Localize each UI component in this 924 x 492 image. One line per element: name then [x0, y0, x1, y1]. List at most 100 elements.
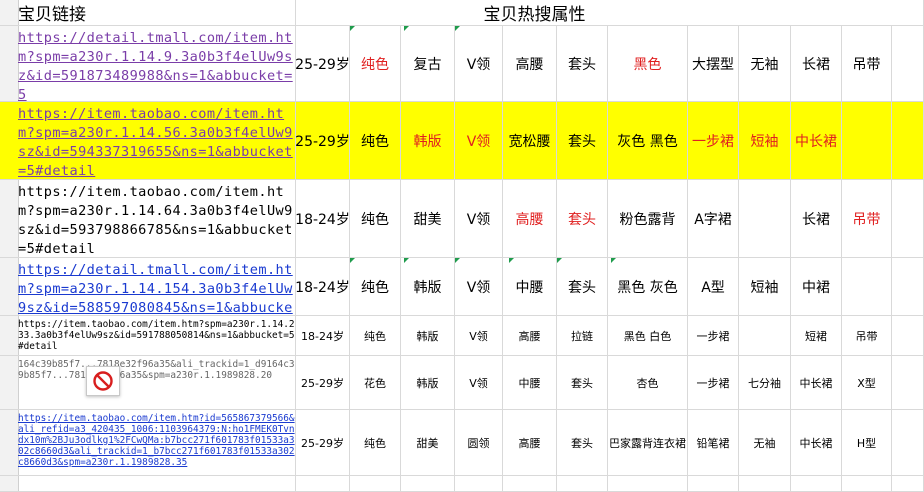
- cell-waist[interactable]: 宽松腰: [503, 102, 557, 180]
- cell-closure[interactable]: 套头: [557, 258, 608, 316]
- cell-color[interactable]: 杏色: [608, 356, 688, 410]
- link-cell[interactable]: 164c39b85f7...7818e32f96a35&ali_trackid=…: [0, 356, 296, 410]
- cell-color[interactable]: 灰色 黑色: [608, 102, 688, 180]
- cell-age[interactable]: 25-29岁: [296, 26, 350, 102]
- link-cell[interactable]: [0, 476, 296, 492]
- cell-age[interactable]: 25-29岁: [296, 356, 350, 410]
- cell-style[interactable]: 韩版: [401, 258, 455, 316]
- cell-empty[interactable]: [739, 476, 791, 492]
- product-link[interactable]: https://item.taobao.com/item.htm?spm=a23…: [18, 180, 295, 257]
- link-cell[interactable]: https://item.taobao.com/item.htm?id=5658…: [0, 410, 296, 476]
- cell-sleeve[interactable]: 无袖: [739, 26, 791, 102]
- cell-strap[interactable]: [842, 258, 892, 316]
- cell-color[interactable]: 巴家露背连衣裙: [608, 410, 688, 476]
- header-link-cell[interactable]: 宝贝链接: [0, 0, 296, 26]
- product-link[interactable]: https://item.taobao.com/item.htm?spm=a23…: [18, 102, 295, 179]
- cell-shape[interactable]: 一步裙: [688, 102, 739, 180]
- cell-waist[interactable]: 中腰: [503, 258, 557, 316]
- link-cell[interactable]: https://item.taobao.com/item.htm?spm=a23…: [0, 180, 296, 258]
- cell-strap[interactable]: X型: [842, 356, 892, 410]
- cell-style[interactable]: 甜美: [401, 180, 455, 258]
- cell-pattern[interactable]: 纯色: [350, 180, 401, 258]
- product-link[interactable]: https://item.taobao.com/item.htm?id=5658…: [18, 410, 295, 468]
- cell-length[interactable]: 中长裙: [791, 356, 842, 410]
- cell-empty[interactable]: [503, 476, 557, 492]
- cell-collar[interactable]: V领: [455, 180, 503, 258]
- cell-pattern[interactable]: 纯色: [350, 258, 401, 316]
- cell-collar[interactable]: 圆领: [455, 410, 503, 476]
- cell-collar[interactable]: V领: [455, 316, 503, 356]
- link-cell[interactable]: https://item.taobao.com/item.htm?spm=a23…: [0, 102, 296, 180]
- header-attrs-cell[interactable]: 宝贝热搜属性: [296, 0, 924, 26]
- cell-empty[interactable]: [892, 258, 924, 316]
- cell-strap[interactable]: [842, 102, 892, 180]
- cell-length[interactable]: 中长裙: [791, 410, 842, 476]
- cell-shape[interactable]: 一步裙: [688, 316, 739, 356]
- cell-empty[interactable]: [892, 476, 924, 492]
- cell-waist[interactable]: 高腰: [503, 316, 557, 356]
- cell-strap[interactable]: H型: [842, 410, 892, 476]
- cell-closure[interactable]: 套头: [557, 102, 608, 180]
- cell-pattern[interactable]: 纯色: [350, 316, 401, 356]
- link-cell[interactable]: https://detail.tmall.com/item.htm?spm=a2…: [0, 258, 296, 316]
- cell-shape[interactable]: A型: [688, 258, 739, 316]
- cell-style[interactable]: 韩版: [401, 356, 455, 410]
- cell-sleeve[interactable]: [739, 180, 791, 258]
- cell-strap[interactable]: 吊带: [842, 26, 892, 102]
- cell-length[interactable]: 短裙: [791, 316, 842, 356]
- cell-shape[interactable]: 大摆型: [688, 26, 739, 102]
- cell-style[interactable]: 韩版: [401, 102, 455, 180]
- cell-length[interactable]: 长裙: [791, 26, 842, 102]
- cell-style[interactable]: 复古: [401, 26, 455, 102]
- cell-pattern[interactable]: 纯色: [350, 102, 401, 180]
- cell-empty[interactable]: [608, 476, 688, 492]
- cell-sleeve[interactable]: 七分袖: [739, 356, 791, 410]
- product-link[interactable]: https://detail.tmall.com/item.htm?spm=a2…: [18, 26, 295, 101]
- cell-empty[interactable]: [791, 476, 842, 492]
- product-link[interactable]: https://item.taobao.com/item.htm?spm=a23…: [18, 316, 295, 352]
- cell-empty[interactable]: [401, 476, 455, 492]
- link-cell[interactable]: https://detail.tmall.com/item.htm?spm=a2…: [0, 26, 296, 102]
- cell-collar[interactable]: V领: [455, 356, 503, 410]
- link-cell[interactable]: https://item.taobao.com/item.htm?spm=a23…: [0, 316, 296, 356]
- cell-sleeve[interactable]: 无袖: [739, 410, 791, 476]
- cell-sleeve[interactable]: [739, 316, 791, 356]
- cell-empty[interactable]: [455, 476, 503, 492]
- cell-age[interactable]: 18-24岁: [296, 258, 350, 316]
- cell-pattern[interactable]: 纯色: [350, 26, 401, 102]
- cell-sleeve[interactable]: 短袖: [739, 258, 791, 316]
- cell-collar[interactable]: V领: [455, 26, 503, 102]
- cell-pattern[interactable]: 花色: [350, 356, 401, 410]
- product-link[interactable]: 164c39b85f7...7818e32f96a35&ali_trackid=…: [18, 356, 295, 381]
- cell-empty[interactable]: [688, 476, 739, 492]
- cell-empty[interactable]: [892, 356, 924, 410]
- cell-pattern[interactable]: 纯色: [350, 410, 401, 476]
- cell-strap[interactable]: 吊带: [842, 180, 892, 258]
- cell-color[interactable]: 黑色: [608, 26, 688, 102]
- cell-empty[interactable]: [842, 476, 892, 492]
- cell-waist[interactable]: 中腰: [503, 356, 557, 410]
- cell-empty[interactable]: [892, 180, 924, 258]
- cell-empty[interactable]: [892, 410, 924, 476]
- cell-waist[interactable]: 高腰: [503, 410, 557, 476]
- cell-shape[interactable]: 一步裙: [688, 356, 739, 410]
- cell-strap[interactable]: 吊带: [842, 316, 892, 356]
- cell-collar[interactable]: V领: [455, 102, 503, 180]
- cell-shape[interactable]: A字裙: [688, 180, 739, 258]
- cell-empty[interactable]: [296, 476, 350, 492]
- cell-closure[interactable]: 套头: [557, 180, 608, 258]
- cell-empty[interactable]: [892, 26, 924, 102]
- cell-length[interactable]: 中裙: [791, 258, 842, 316]
- cell-style[interactable]: 韩版: [401, 316, 455, 356]
- cell-empty[interactable]: [350, 476, 401, 492]
- cell-length[interactable]: 中长裙: [791, 102, 842, 180]
- no-entry-icon[interactable]: [86, 366, 120, 396]
- cell-sleeve[interactable]: 短袖: [739, 102, 791, 180]
- product-link[interactable]: https://detail.tmall.com/item.htm?spm=a2…: [18, 258, 295, 315]
- cell-collar[interactable]: V领: [455, 258, 503, 316]
- cell-empty[interactable]: [892, 102, 924, 180]
- cell-shape[interactable]: 铅笔裙: [688, 410, 739, 476]
- cell-color[interactable]: 粉色露背: [608, 180, 688, 258]
- cell-length[interactable]: 长裙: [791, 180, 842, 258]
- cell-color[interactable]: 黑色 灰色: [608, 258, 688, 316]
